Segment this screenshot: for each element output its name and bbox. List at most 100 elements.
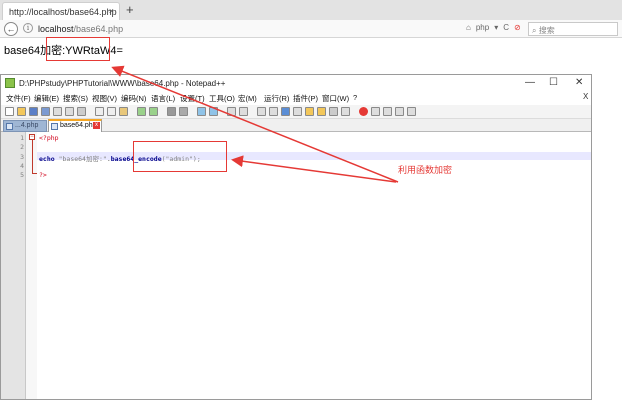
file-icon (51, 123, 58, 130)
url-path: /base64.php (73, 24, 124, 34)
document-tabs: ...4.php base64.php x (1, 119, 591, 132)
menu-window[interactable]: 窗口(W) (322, 93, 349, 104)
home-icon[interactable]: ⌂ (466, 23, 471, 32)
save-icon[interactable] (29, 107, 38, 116)
cut-icon[interactable] (95, 107, 104, 116)
menu-search[interactable]: 搜索(S) (63, 93, 88, 104)
reload-icon[interactable]: C (503, 23, 509, 32)
undo-icon[interactable] (137, 107, 146, 116)
new-tab-button[interactable]: + (126, 1, 134, 19)
maximize-button[interactable]: ☐ (549, 77, 558, 88)
folder-workspace-icon[interactable] (329, 107, 338, 116)
line-number: 2 (20, 143, 24, 151)
replace-icon[interactable] (179, 107, 188, 116)
zoom-out-icon[interactable] (209, 107, 218, 116)
browser-nav-bar: ← i localhost/base64.php ⌂ php ▾ C ⊘ ⌕ 搜索 (0, 20, 622, 38)
menu-tools[interactable]: 工具(O) (209, 93, 235, 104)
menu-bar: 文件(F) 编辑(E) 搜索(S) 视图(V) 编码(N) 语言(L) 设置(T… (1, 92, 591, 105)
paste-icon[interactable] (119, 107, 128, 116)
monitor-icon[interactable] (341, 107, 350, 116)
notepad-window: D:\PHPstudy\PHPTutorial\WWW\base64.php -… (0, 74, 592, 400)
minimize-button[interactable]: — (525, 77, 535, 88)
sync-h-icon[interactable] (239, 107, 248, 116)
lang-icon[interactable] (293, 107, 302, 116)
close-document-icon[interactable]: X (583, 92, 588, 101)
close-all-icon[interactable] (65, 107, 74, 116)
menu-run[interactable]: 运行(R) (264, 93, 289, 104)
code-line-1: <?php (39, 134, 59, 142)
screenshot-root: http://localhost/base64.php × + ← i loca… (0, 0, 622, 400)
code-editor[interactable]: 1 2 3 4 5 − <?php echo "base64加密:".base6… (1, 132, 591, 399)
zoom-in-icon[interactable] (197, 107, 206, 116)
search-icon: ⌕ (532, 26, 539, 35)
play-macro-icon[interactable] (383, 107, 392, 116)
indent-guide-icon[interactable] (281, 107, 290, 116)
php-icon[interactable]: php (476, 23, 489, 32)
doc-tab-label: base64.php (60, 122, 97, 129)
browser-tab-title: http://localhost/base64.php (9, 7, 117, 17)
print-icon[interactable] (77, 107, 86, 116)
code-line-5: ?> (39, 171, 47, 179)
annotation-label: 利用函数加密 (398, 165, 453, 175)
close-file-icon[interactable] (53, 107, 62, 116)
chevron-down-icon[interactable]: ▾ (494, 23, 498, 32)
info-icon[interactable]: i (23, 23, 33, 33)
fold-end (32, 173, 37, 174)
toolbar (1, 105, 591, 119)
find-icon[interactable] (167, 107, 176, 116)
browser-tab[interactable]: http://localhost/base64.php × (2, 2, 120, 20)
copy-icon[interactable] (107, 107, 116, 116)
stop-macro-icon[interactable] (371, 107, 380, 116)
menu-plugins[interactable]: 插件(P) (293, 93, 318, 104)
menu-language[interactable]: 语言(L) (151, 93, 175, 104)
word-wrap-icon[interactable] (257, 107, 266, 116)
doc-tab-label: ...4.php (15, 122, 39, 129)
line-number: 4 (20, 162, 24, 170)
annotation-box-code (133, 141, 227, 172)
doc-tab-previous[interactable]: ...4.php (3, 120, 47, 132)
fold-line (32, 140, 33, 174)
adblock-icon[interactable]: ⊘ (514, 23, 521, 32)
redo-icon[interactable] (149, 107, 158, 116)
annotation-box-output (46, 37, 110, 61)
line-number: 5 (20, 171, 24, 179)
menu-settings[interactable]: 设置(T) (180, 93, 205, 104)
browser-tab-bar: http://localhost/base64.php × + (0, 0, 622, 20)
save-all-icon[interactable] (41, 107, 50, 116)
menu-encoding[interactable]: 编码(N) (121, 93, 146, 104)
function-list-icon[interactable] (317, 107, 326, 116)
menu-macro[interactable]: 宏(M) (238, 93, 257, 104)
doc-map-icon[interactable] (305, 107, 314, 116)
menu-edit[interactable]: 编辑(E) (34, 93, 59, 104)
menu-help[interactable]: ? (353, 93, 357, 102)
new-file-icon[interactable] (5, 107, 14, 116)
open-file-icon[interactable] (17, 107, 26, 116)
show-all-chars-icon[interactable] (269, 107, 278, 116)
sync-v-icon[interactable] (227, 107, 236, 116)
save-macro-icon[interactable] (407, 107, 416, 116)
nav-tools: ⌂ php ▾ C ⊘ (466, 23, 526, 32)
php-open-tag: <?php (39, 134, 59, 142)
close-icon[interactable]: × (109, 6, 114, 16)
php-close-tag: ?> (39, 171, 47, 179)
back-button[interactable]: ← (4, 22, 18, 36)
close-icon[interactable]: x (93, 122, 100, 129)
echo-keyword: echo (39, 155, 55, 163)
menu-view[interactable]: 视图(V) (92, 93, 117, 104)
close-button[interactable]: ✕ (575, 77, 583, 88)
notepad-title-bar: D:\PHPstudy\PHPTutorial\WWW\base64.php -… (1, 75, 591, 92)
line-number: 1 (20, 134, 24, 142)
record-macro-icon[interactable] (359, 107, 368, 116)
search-input[interactable]: ⌕ 搜索 (528, 22, 618, 36)
line-number-gutter: 1 2 3 4 5 (1, 132, 26, 399)
doc-tab-base64[interactable]: base64.php x (48, 119, 102, 132)
play-multiple-icon[interactable] (395, 107, 404, 116)
file-icon (6, 123, 13, 130)
search-placeholder: 搜索 (538, 26, 555, 35)
line-number: 3 (20, 153, 24, 161)
url-host: localhost (38, 24, 74, 34)
menu-file[interactable]: 文件(F) (6, 93, 31, 104)
address-bar[interactable]: localhost/base64.php (38, 24, 123, 34)
notepad-title: D:\PHPstudy\PHPTutorial\WWW\base64.php -… (19, 79, 226, 88)
string-literal: "base64加密:" (58, 155, 107, 163)
